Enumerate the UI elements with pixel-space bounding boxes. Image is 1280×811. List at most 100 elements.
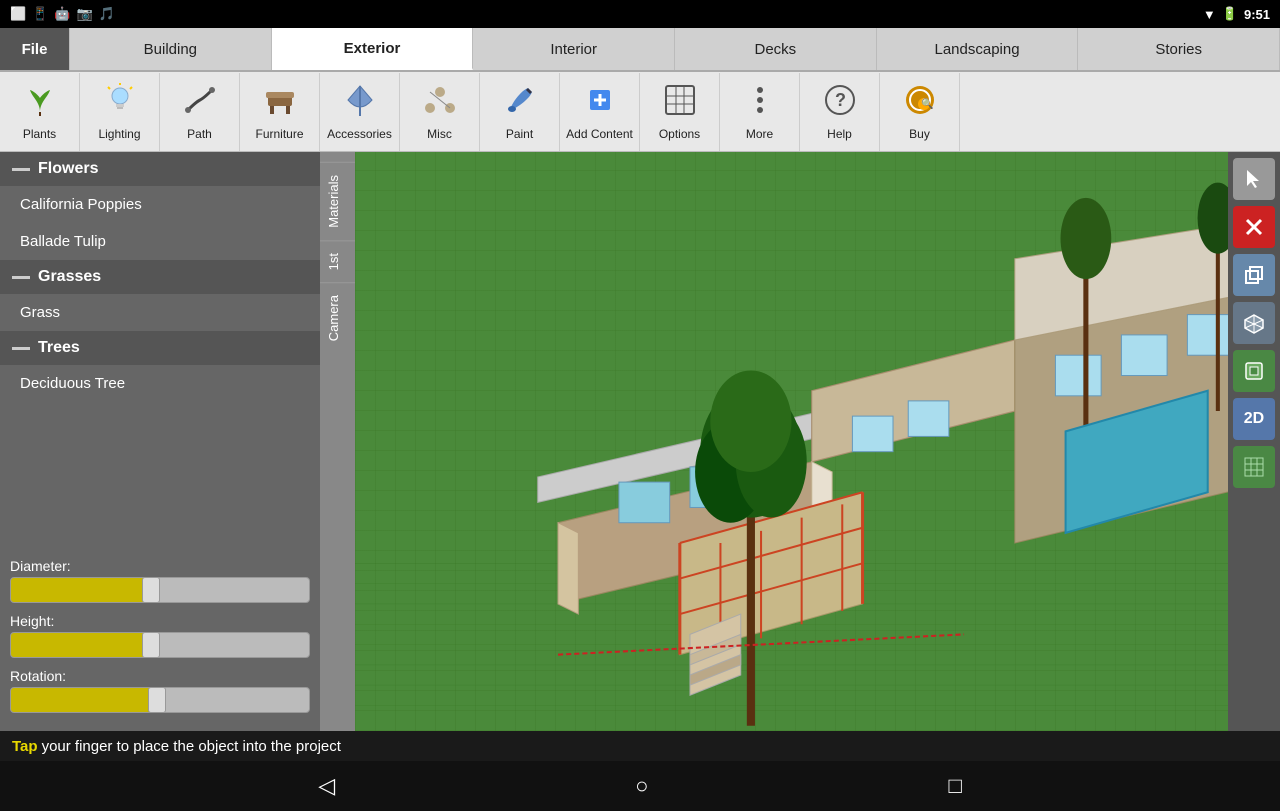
status-left-icons: ⬜ 📱 🤖 📷 🎵	[10, 6, 115, 22]
tool-help[interactable]: ? Help	[800, 73, 880, 151]
tool-plants-label: Plants	[23, 127, 56, 141]
plants-icon	[22, 82, 58, 123]
copy-button[interactable]	[1233, 254, 1275, 296]
android-back-button[interactable]: ◁	[318, 773, 335, 799]
house-3d-rendering	[355, 152, 1228, 731]
tap-highlight: Tap	[12, 738, 38, 755]
sliders-area: Diameter: Height: Rotation:	[0, 550, 320, 731]
vtab-1st[interactable]: 1st	[320, 240, 355, 282]
status-right-icons: ▼ 🔋 9:51	[1203, 6, 1270, 22]
tool-misc[interactable]: Misc	[400, 73, 480, 151]
3d-object-button[interactable]	[1233, 302, 1275, 344]
furniture-icon	[262, 82, 298, 123]
tab-stories[interactable]: Stories	[1078, 28, 1280, 70]
right-panel: 2D	[1228, 152, 1280, 731]
diameter-track[interactable]	[10, 577, 310, 603]
bottom-status-bar: Tap your finger to place the object into…	[0, 731, 1280, 761]
category-flowers-label: Flowers	[38, 160, 98, 178]
tool-more-label: More	[746, 127, 773, 141]
category-grasses[interactable]: Grasses	[0, 260, 320, 294]
time-display: 9:51	[1244, 7, 1270, 22]
toolbar: Plants Lighting Path	[0, 72, 1280, 152]
android-home-button[interactable]: ○	[635, 773, 648, 799]
rotation-thumb[interactable]	[148, 687, 166, 713]
tool-furniture-label: Furniture	[255, 127, 303, 141]
path-icon	[182, 82, 218, 123]
paint-icon	[502, 82, 538, 123]
item-ballade-tulip[interactable]: Ballade Tulip	[0, 223, 320, 260]
tablet-icon: ⬜	[10, 6, 26, 22]
rotation-label: Rotation:	[10, 668, 310, 684]
rotation-track[interactable]	[10, 687, 310, 713]
android-nav-bar: ◁ ○ □	[0, 761, 1280, 811]
delete-button[interactable]	[1233, 206, 1275, 248]
wifi-icon: ▼	[1203, 7, 1216, 22]
tool-lighting-label: Lighting	[98, 127, 140, 141]
trees-collapse-icon	[12, 347, 30, 350]
tab-decks[interactable]: Decks	[675, 28, 877, 70]
tool-accessories-label: Accessories	[327, 127, 392, 141]
svg-text:🔍: 🔍	[921, 97, 933, 110]
diameter-slider-row: Diameter:	[10, 558, 310, 603]
height-thumb[interactable]	[142, 632, 160, 658]
tool-help-label: Help	[827, 127, 852, 141]
lighting-icon	[102, 82, 138, 123]
item-california-poppies[interactable]: California Poppies	[0, 186, 320, 223]
vertical-tabs: Materials 1st Camera	[320, 152, 355, 731]
add-content-icon	[582, 82, 618, 123]
tab-interior[interactable]: Interior	[473, 28, 675, 70]
accessories-icon	[342, 82, 378, 123]
tool-plants[interactable]: Plants	[0, 73, 80, 151]
tool-add-content-label: Add Content	[566, 127, 633, 141]
buy-icon: 🔍	[902, 82, 938, 123]
android-icon: 🤖	[54, 6, 70, 22]
tool-paint[interactable]: Paint	[480, 73, 560, 151]
tab-file[interactable]: File	[0, 28, 70, 70]
items-list: Flowers California Poppies Ballade Tulip…	[0, 152, 320, 550]
tab-exterior[interactable]: Exterior	[272, 28, 474, 70]
tool-accessories[interactable]: Accessories	[320, 73, 400, 151]
tool-add-content[interactable]: Add Content	[560, 73, 640, 151]
tool-furniture[interactable]: Furniture	[240, 73, 320, 151]
battery-icon: 🔋	[1222, 6, 1238, 22]
tool-misc-label: Misc	[427, 127, 452, 141]
tool-options[interactable]: Options	[640, 73, 720, 151]
tool-path-label: Path	[187, 127, 212, 141]
category-trees-label: Trees	[38, 339, 80, 357]
category-flowers[interactable]: Flowers	[0, 152, 320, 186]
status-message-rest: your finger to place the object into the…	[42, 738, 341, 755]
item-deciduous-tree[interactable]: Deciduous Tree	[0, 365, 320, 402]
tool-buy[interactable]: 🔍 Buy	[880, 73, 960, 151]
vtab-materials[interactable]: Materials	[320, 162, 355, 240]
tool-path[interactable]: Path	[160, 73, 240, 151]
flowers-collapse-icon	[12, 168, 30, 171]
camera-icon: 📷	[77, 6, 93, 22]
media-icon: 🎵	[99, 6, 115, 22]
tool-paint-label: Paint	[506, 127, 533, 141]
cursor-button[interactable]	[1233, 158, 1275, 200]
category-trees[interactable]: Trees	[0, 331, 320, 365]
more-icon	[742, 82, 778, 123]
diameter-thumb[interactable]	[142, 577, 160, 603]
grasses-collapse-icon	[12, 276, 30, 279]
phone-icon: 📱	[32, 6, 48, 22]
tool-options-label: Options	[659, 127, 700, 141]
status-bar: ⬜ 📱 🤖 📷 🎵 ▼ 🔋 9:51	[0, 0, 1280, 28]
2d-view-button[interactable]: 2D	[1233, 398, 1275, 440]
android-recents-button[interactable]: □	[948, 773, 961, 799]
height-track[interactable]	[10, 632, 310, 658]
nav-tabs: File Building Exterior Interior Decks La…	[0, 28, 1280, 72]
tab-landscaping[interactable]: Landscaping	[877, 28, 1079, 70]
misc-icon	[422, 82, 458, 123]
item-grass[interactable]: Grass	[0, 294, 320, 331]
material-button[interactable]	[1233, 350, 1275, 392]
left-sidebar: Flowers California Poppies Ballade Tulip…	[0, 152, 320, 731]
canvas-3d-view[interactable]	[355, 152, 1228, 731]
grid-button[interactable]	[1233, 446, 1275, 488]
svg-text:?: ?	[835, 90, 846, 110]
tab-building[interactable]: Building	[70, 28, 272, 70]
vtab-camera[interactable]: Camera	[320, 282, 355, 353]
height-label: Height:	[10, 613, 310, 629]
tool-lighting[interactable]: Lighting	[80, 73, 160, 151]
tool-more[interactable]: More	[720, 73, 800, 151]
